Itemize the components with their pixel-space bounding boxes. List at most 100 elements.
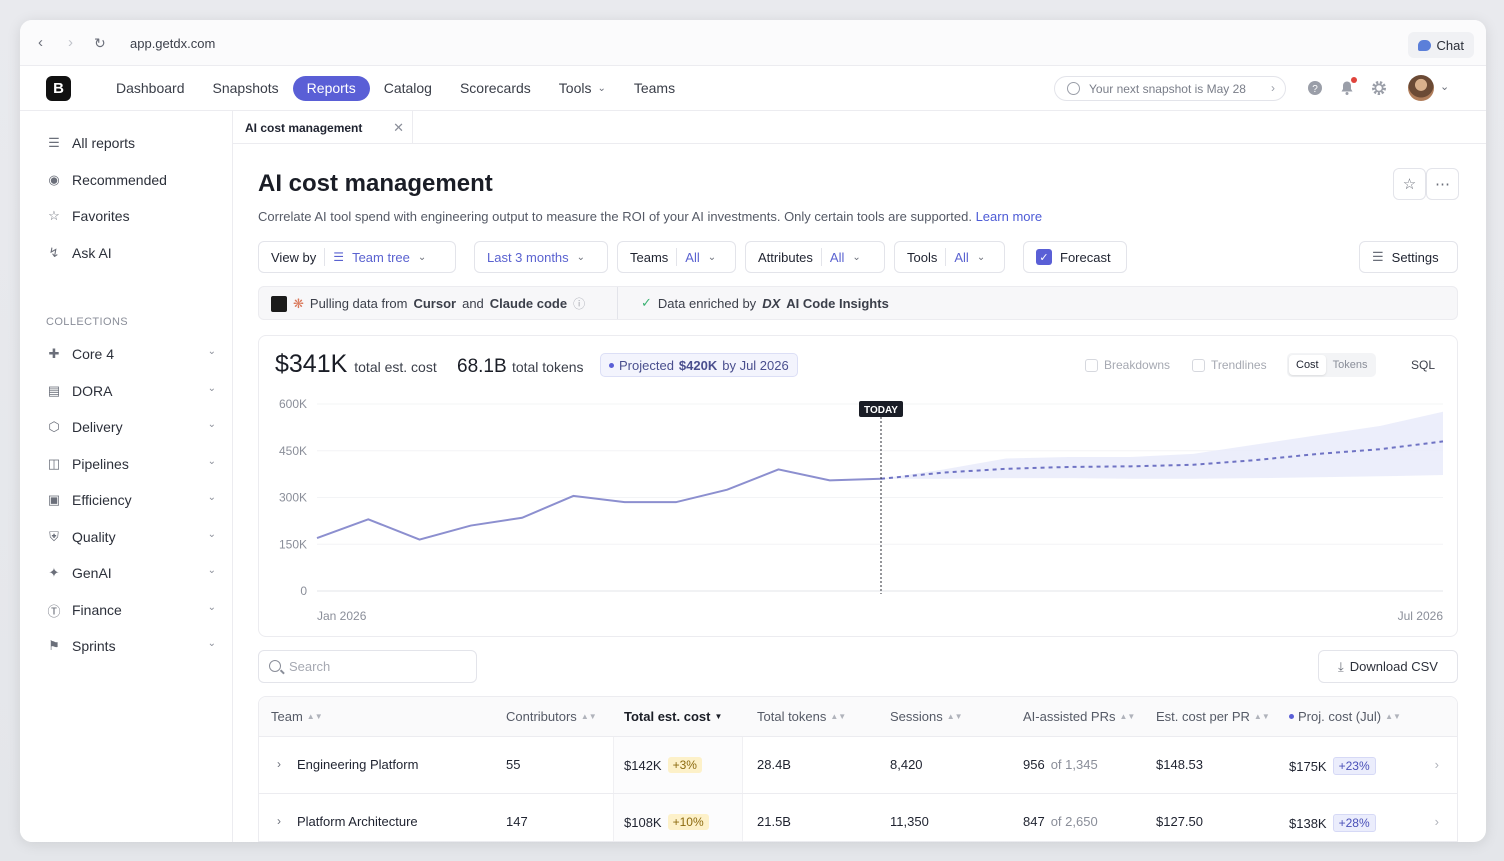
teams-filter[interactable]: Teams All ⌄ xyxy=(617,241,736,273)
cell-team: Engineering Platform xyxy=(297,757,419,772)
nav-scorecards[interactable]: Scorecards xyxy=(446,76,545,101)
prs-value: 956 xyxy=(1023,757,1045,772)
attributes-value: All xyxy=(829,249,845,265)
table-row[interactable]: › Engineering Platform 55 $142K +3% 28.4B… xyxy=(259,737,1457,794)
enrichment-info: ✓ Data enriched by DX AI Code Insights xyxy=(641,295,889,311)
back-icon[interactable]: ‹ xyxy=(38,35,43,51)
total-tokens-value: 68.1B xyxy=(457,356,507,377)
view-by-filter[interactable]: View by ☰ Team tree ⌄ xyxy=(258,241,456,273)
and-text: and xyxy=(462,296,484,311)
nav-dashboard[interactable]: Dashboard xyxy=(102,76,199,101)
forward-icon[interactable]: › xyxy=(68,35,73,51)
sidebar-item-genai[interactable]: ✦ GenAI ⌄ xyxy=(46,563,216,583)
reload-icon[interactable]: ↻ xyxy=(94,35,106,51)
forecast-toggle[interactable]: ✓ Forecast xyxy=(1023,241,1127,273)
column-header-total-cost[interactable]: Total est. cost ▼ xyxy=(624,709,722,724)
sidebar-item-all-reports[interactable]: ☰ All reports xyxy=(46,133,216,153)
breakdowns-toggle[interactable]: Breakdowns xyxy=(1085,358,1170,372)
sidebar-item-favorites[interactable]: ☆ Favorites xyxy=(46,206,216,226)
help-icon[interactable]: ? xyxy=(1306,79,1324,97)
sidebar-item-pipelines[interactable]: ◫ Pipelines ⌄ xyxy=(46,454,216,474)
dx-logo: DX xyxy=(762,295,781,311)
sidebar-item-finance[interactable]: Ⓣ Finance ⌄ xyxy=(46,600,216,620)
more-button[interactable]: ⋯ xyxy=(1426,168,1459,200)
download-csv-button[interactable]: ⤓ Download CSV xyxy=(1318,650,1458,683)
top-navigation: B Dashboard Snapshots Reports Catalog Sc… xyxy=(20,66,1486,111)
sidebar-item-core-4[interactable]: ✚ Core 4 ⌄ xyxy=(46,344,216,364)
info-icon[interactable]: ⓘ xyxy=(573,295,585,312)
divider xyxy=(617,287,618,319)
sidebar-item-recommended[interactable]: ◉ Recommended xyxy=(46,170,216,190)
nav-snapshots[interactable]: Snapshots xyxy=(199,76,293,101)
nav-teams[interactable]: Teams xyxy=(620,76,689,101)
cost-tab[interactable]: Cost xyxy=(1289,355,1326,375)
settings-button[interactable]: ☰ Settings xyxy=(1359,241,1458,273)
column-header-cost-per-pr[interactable]: Est. cost per PR ▲▼ xyxy=(1156,709,1270,724)
favorite-button[interactable]: ☆ xyxy=(1393,168,1426,200)
gear-icon[interactable] xyxy=(1370,79,1388,97)
subtitle-text: Correlate AI tool spend with engineering… xyxy=(258,209,972,224)
tools-filter[interactable]: Tools All ⌄ xyxy=(894,241,1005,273)
close-icon[interactable]: ✕ xyxy=(393,120,404,136)
actual-cost-line xyxy=(316,468,882,541)
divider xyxy=(676,248,678,266)
projection-dot xyxy=(609,362,614,368)
sidebar-item-label: Core 4 xyxy=(72,346,115,362)
logo[interactable]: B xyxy=(46,76,71,101)
expand-icon[interactable]: › xyxy=(277,757,281,771)
nav-reports[interactable]: Reports xyxy=(292,76,370,101)
column-header-proj-cost[interactable]: Proj. cost (Jul) ▲▼ xyxy=(1289,709,1401,724)
cost-change-badge: +10% xyxy=(667,814,709,830)
sidebar-item-ask-ai[interactable]: ↯ Ask AI xyxy=(46,243,216,263)
column-header-contributors[interactable]: Contributors ▲▼ xyxy=(506,709,597,724)
tab-ai-cost-management[interactable]: AI cost management ✕ xyxy=(233,111,413,144)
learn-more-link[interactable]: Learn more xyxy=(976,209,1042,224)
sidebar-item-efficiency[interactable]: ▣ Efficiency ⌄ xyxy=(46,490,216,510)
y-tick-label: 0 xyxy=(300,584,307,598)
sidebar-item-delivery[interactable]: ⬡ Delivery ⌄ xyxy=(46,417,216,437)
nav-tools[interactable]: Tools ⌄ xyxy=(545,76,620,101)
sidebar-item-dora[interactable]: ▤ DORA ⌄ xyxy=(46,381,216,401)
column-header-sessions[interactable]: Sessions ▲▼ xyxy=(890,709,963,724)
avatar[interactable] xyxy=(1408,75,1434,101)
source-claude: Claude code xyxy=(489,296,568,311)
sort-icon: ▲▼ xyxy=(580,712,597,721)
column-label: Proj. cost (Jul) xyxy=(1298,709,1382,724)
proj-change-badge: +23% xyxy=(1332,757,1376,775)
cell-contributors: 147 xyxy=(506,814,528,829)
forecast-checkbox[interactable]: ✓ xyxy=(1036,249,1052,265)
url-bar[interactable]: app.getdx.com xyxy=(130,36,215,51)
chart-grid xyxy=(317,403,1443,592)
column-header-ai-prs[interactable]: AI-assisted PRs ▲▼ xyxy=(1023,709,1135,724)
nav-catalog[interactable]: Catalog xyxy=(370,76,446,101)
attributes-filter[interactable]: Attributes All ⌄ xyxy=(745,241,885,273)
sidebar-item-sprints[interactable]: ⚑ Sprints ⌄ xyxy=(46,636,216,656)
metric-switcher: Cost Tokens xyxy=(1287,353,1377,377)
chat-button[interactable]: Chat xyxy=(1407,32,1474,58)
expand-icon[interactable]: › xyxy=(277,814,281,828)
cell-cost-per-pr: $127.50 xyxy=(1156,814,1203,829)
table-row[interactable]: › Platform Architecture 147 $108K +10% 21… xyxy=(259,794,1457,841)
chevron-right-icon[interactable]: › xyxy=(1435,814,1439,829)
snapshot-reminder[interactable]: Your next snapshot is May 28 › xyxy=(1054,76,1286,101)
sql-button[interactable]: SQL xyxy=(1411,358,1435,372)
chevron-down-icon: ⌄ xyxy=(207,346,216,357)
sidebar-item-quality[interactable]: ⛨ Quality ⌄ xyxy=(46,527,216,547)
column-header-total-tokens[interactable]: Total tokens ▲▼ xyxy=(757,709,846,724)
tokens-tab[interactable]: Tokens xyxy=(1326,355,1375,375)
column-header-team[interactable]: Team ▲▼ xyxy=(271,709,323,724)
tab-label: AI cost management xyxy=(245,120,363,135)
chevron-down-icon[interactable]: ⌄ xyxy=(1440,80,1449,93)
chevron-right-icon[interactable]: › xyxy=(1435,757,1439,772)
enriched-product: AI Code Insights xyxy=(786,295,889,311)
trendlines-toggle[interactable]: Trendlines xyxy=(1192,358,1267,372)
cursor-logo-icon xyxy=(271,295,287,312)
period-filter[interactable]: Last 3 months ⌄ xyxy=(474,241,608,273)
search-input[interactable]: Search xyxy=(258,650,477,683)
trendlines-checkbox[interactable] xyxy=(1192,358,1205,372)
total-cost-value: $341K xyxy=(275,350,348,378)
sidebar-item-label: Favorites xyxy=(72,208,130,224)
cylinder-icon: ◫ xyxy=(47,456,61,471)
breakdowns-checkbox[interactable] xyxy=(1085,358,1098,372)
data-source-bar: ❋ Pulling data from Cursor and Claude co… xyxy=(258,286,1458,320)
